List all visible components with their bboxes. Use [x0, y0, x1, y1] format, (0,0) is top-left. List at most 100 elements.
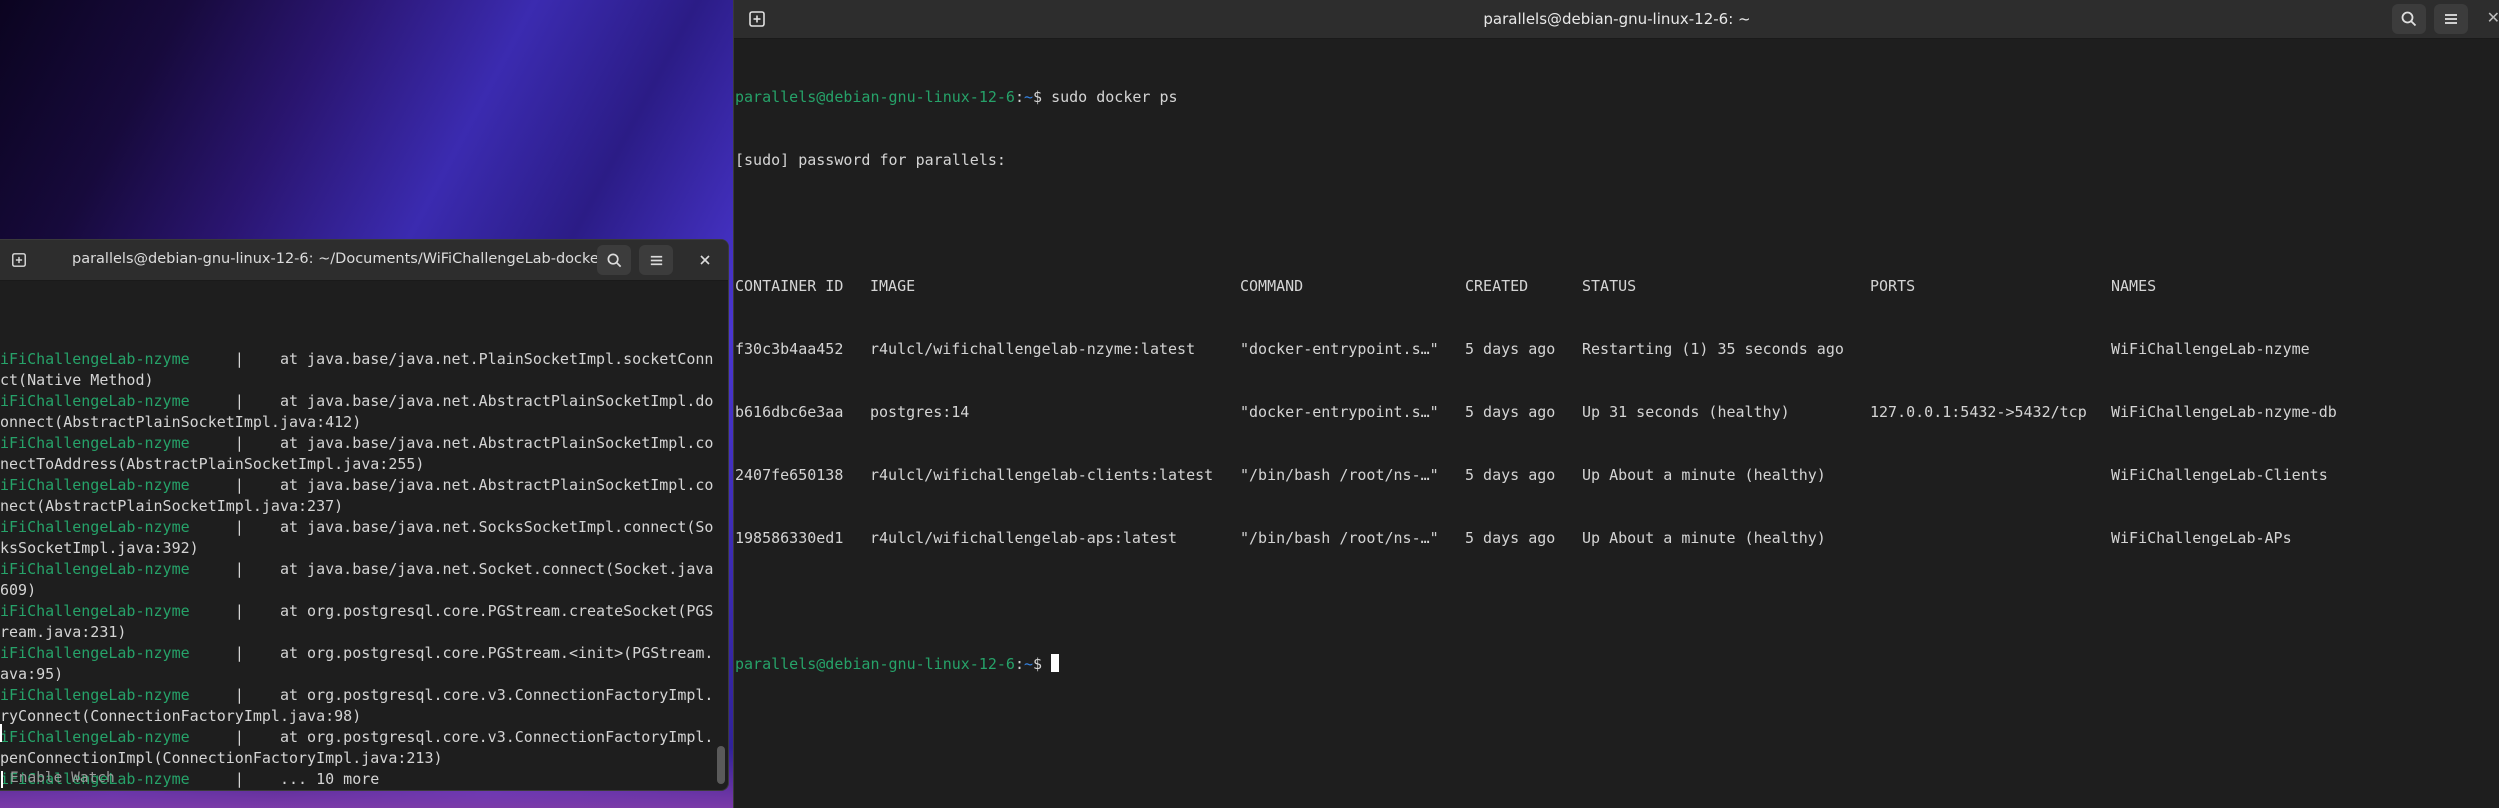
command: "/bin/bash /root/ns-…"	[1240, 529, 1439, 547]
log-line: ct(Native Method)	[0, 370, 728, 391]
service-name: iFiChallengeLab-nzyme	[0, 560, 190, 578]
log-text: ream.java:231)	[0, 623, 127, 641]
log-text: onnect(AbstractPlainSocketImpl.java:412)	[0, 413, 362, 431]
terminal-output[interactable]: parallels@debian-gnu-linux-12-6:~$ sudo …	[734, 39, 2499, 717]
prompt-line[interactable]: parallels@debian-gnu-linux-12-6:~$	[735, 654, 2499, 675]
separator: |	[234, 728, 244, 746]
log-line: iFiChallengeLab-nzyme | at java.base/jav…	[0, 559, 728, 580]
command: "docker-entrypoint.s…"	[1240, 340, 1439, 358]
log-line: ksSocketImpl.java:392)	[0, 538, 728, 559]
password-prompt: [sudo] password for parallels:	[735, 151, 1006, 169]
service-name: iFiChallengeLab-nzyme	[0, 350, 190, 368]
separator: |	[234, 602, 244, 620]
log-text: ksSocketImpl.java:392)	[0, 539, 199, 557]
separator: |	[234, 770, 244, 788]
log-line: iFiChallengeLab-nzyme | at org.postgresq…	[0, 601, 728, 622]
image: r4ulcl/wifichallengelab-aps:latest	[870, 529, 1178, 547]
log-text: at org.postgresql.core.PGStream.<init>(P…	[243, 644, 714, 662]
menu-button[interactable]	[639, 245, 673, 275]
window-title: parallels@debian-gnu-linux-12-6: ~	[1483, 10, 1751, 28]
names: WiFiChallengeLab-nzyme-db	[2111, 403, 2337, 421]
log-line: iFiChallengeLab-nzyme | at org.postgresq…	[0, 685, 728, 706]
service-name: iFiChallengeLab-nzyme	[0, 518, 190, 536]
service-name: iFiChallengeLab-nzyme	[0, 644, 190, 662]
table-row: b616dbc6e3aa postgres:14 "docker-entrypo…	[735, 402, 2499, 423]
log-text: at java.base/java.net.AbstractPlainSocke…	[243, 392, 714, 410]
service-name: iFiChallengeLab-nzyme	[0, 728, 190, 746]
names: WiFiChallengeLab-Clients	[2111, 466, 2328, 484]
container-id: 2407fe650138	[735, 466, 844, 484]
menu-button[interactable]	[2434, 4, 2468, 34]
log-line: nect(AbstractPlainSocketImpl.java:237)	[0, 496, 728, 517]
log-line: ava:95)	[0, 664, 728, 685]
close-icon[interactable]: ✕	[2487, 8, 2499, 27]
image: r4ulcl/wifichallengelab-nzyme:latest	[870, 340, 1196, 358]
column-header: PORTS	[1870, 277, 1916, 295]
separator: |	[234, 686, 244, 704]
command-text: sudo docker ps	[1051, 88, 1178, 106]
log-text: ct(Native Method)	[0, 371, 154, 389]
prompt-path: ~	[1024, 655, 1034, 673]
separator: |	[234, 518, 244, 536]
log-line: iFiChallengeLab-nzyme | at java.base/jav…	[0, 349, 728, 370]
search-icon	[2401, 11, 2417, 27]
log-text: nectToAddress(AbstractPlainSocketImpl.ja…	[0, 455, 425, 473]
service-name: iFiChallengeLab-nzyme	[0, 602, 190, 620]
search-icon	[607, 253, 621, 267]
column-header: CREATED	[1465, 277, 1529, 295]
docker-ps-table: CONTAINER ID IMAGE COMMAND CREATED STATU…	[735, 234, 2499, 591]
log-text: at java.base/java.net.Socket.connect(Soc…	[243, 560, 714, 578]
created: 5 days ago	[1465, 529, 1556, 547]
new-tab-button[interactable]	[2, 245, 36, 275]
new-tab-button[interactable]	[740, 4, 774, 34]
log-text: at org.postgresql.core.v3.ConnectionFact…	[243, 686, 714, 704]
cursor-line	[0, 724, 2, 742]
new-tab-icon	[749, 11, 765, 27]
menu-icon	[2445, 14, 2457, 24]
log-line: iFiChallengeLab-nzyme | at java.base/jav…	[0, 517, 728, 538]
service-name: iFiChallengeLab-nzyme	[0, 686, 190, 704]
prompt-symbol: $	[1033, 88, 1043, 106]
service-name: iFiChallengeLab-nzyme	[0, 392, 190, 410]
log-line: ream.java:231)	[0, 622, 728, 643]
log-line: iFiChallengeLab-nzyme | at java.base/jav…	[0, 433, 728, 454]
close-button[interactable]	[688, 245, 722, 275]
separator: |	[234, 560, 244, 578]
prompt-symbol: $	[1033, 655, 1043, 673]
log-line: 609)	[0, 580, 728, 601]
terminal-window-left[interactable]: parallels@debian-gnu-linux-12-6: ~/Docum…	[0, 239, 729, 791]
log-text: ryConnect(ConnectionFactoryImpl.java:98)	[0, 707, 362, 725]
menu-icon	[650, 255, 662, 265]
terminal-output[interactable]: iFiChallengeLab-nzyme | at java.base/jav…	[0, 281, 728, 790]
column-header: COMMAND	[1240, 277, 1304, 295]
close-icon	[700, 255, 710, 265]
log-text: at java.base/java.net.SocksSocketImpl.co…	[243, 518, 714, 536]
log-text: ... 10 more	[243, 770, 380, 788]
terminal-titlebar[interactable]: parallels@debian-gnu-linux-12-6: ~/Docum…	[0, 240, 728, 281]
service-name: iFiChallengeLab-nzyme	[0, 434, 190, 452]
terminal-window-right[interactable]: parallels@debian-gnu-linux-12-6: ~ ✕ par…	[733, 0, 2499, 808]
image: r4ulcl/wifichallengelab-clients:latest	[870, 466, 1214, 484]
service-name: iFiChallengeLab-nzyme	[0, 476, 190, 494]
log-text: nect(AbstractPlainSocketImpl.java:237)	[0, 497, 344, 515]
prompt-path: ~	[1024, 88, 1034, 106]
table-row: 198586330ed1 r4ulcl/wifichallengelab-aps…	[735, 528, 2499, 549]
window-title: parallels@debian-gnu-linux-12-6: ~/Docum…	[72, 251, 605, 267]
terminal-titlebar[interactable]: parallels@debian-gnu-linux-12-6: ~ ✕	[734, 0, 2499, 39]
scrollbar[interactable]	[717, 746, 725, 784]
search-button[interactable]	[597, 245, 631, 275]
table-header-row: CONTAINER ID IMAGE COMMAND CREATED STATU…	[735, 276, 2499, 297]
command: "/bin/bash /root/ns-…"	[1240, 466, 1439, 484]
separator: |	[234, 434, 244, 452]
status: Restarting (1) 35 seconds ago	[1582, 340, 1844, 358]
status-hint: Enable Watch	[1, 770, 115, 788]
log-text: at java.base/java.net.PlainSocketImpl.so…	[243, 350, 714, 368]
ports: 127.0.0.1:5432->5432/tcp	[1870, 403, 2087, 421]
text-cursor	[1, 771, 3, 788]
names: WiFiChallengeLab-nzyme	[2111, 340, 2310, 358]
created: 5 days ago	[1465, 340, 1556, 358]
log-line: iFiChallengeLab-nzyme | at org.postgresq…	[0, 727, 728, 748]
container-id: 198586330ed1	[735, 529, 844, 547]
search-button[interactable]	[2392, 4, 2426, 34]
command-line: parallels@debian-gnu-linux-12-6:~$ sudo …	[735, 88, 1178, 106]
